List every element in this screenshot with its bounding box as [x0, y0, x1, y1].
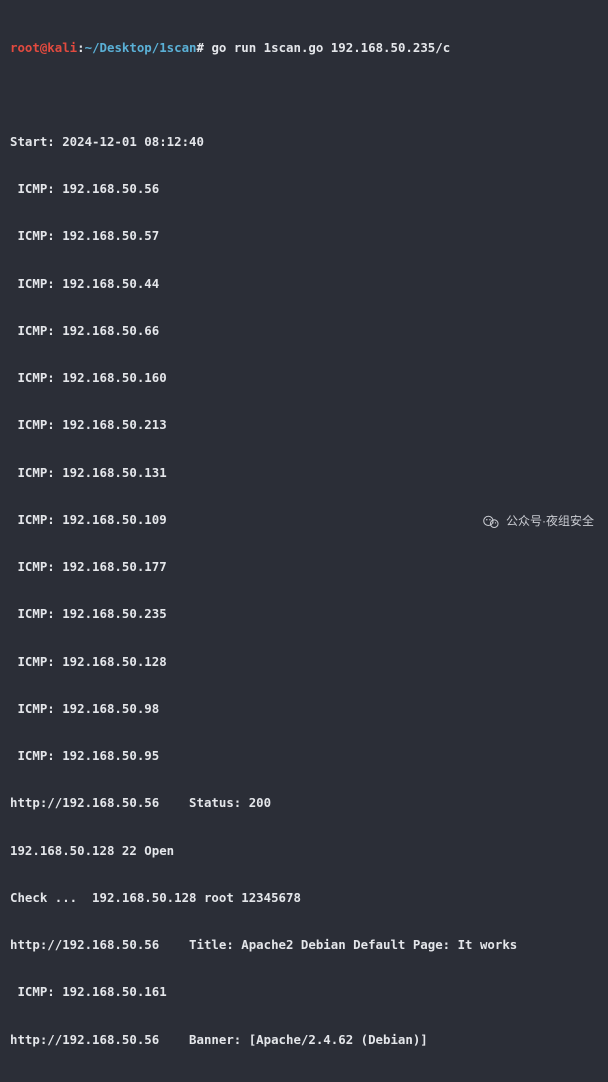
- watermark: 公众号·夜组安全: [482, 513, 594, 531]
- prompt-line: root@kali:~/Desktop/1scan# go run 1scan.…: [10, 40, 598, 56]
- output-line: http://192.168.50.56 Title: Apache2 Debi…: [10, 937, 598, 953]
- output-line: ICMP: 192.168.50.161: [10, 984, 598, 1000]
- output-line: ICMP: 192.168.50.213: [10, 417, 598, 433]
- output-line: ICMP: 192.168.50.66: [10, 323, 598, 339]
- prompt-hash: #: [197, 40, 204, 55]
- terminal-output: root@kali:~/Desktop/1scan# go run 1scan.…: [0, 0, 608, 1082]
- command-text: go run 1scan.go 192.168.50.235/c: [211, 40, 450, 55]
- output-line: ICMP: 192.168.50.44: [10, 276, 598, 292]
- prompt-colon: :: [77, 40, 84, 55]
- output-line: Start: 2024-12-01 08:12:40: [10, 134, 598, 150]
- prompt-path: ~/Desktop/1scan: [85, 40, 197, 55]
- output-line: ICMP: 192.168.50.57: [10, 228, 598, 244]
- output-line: ICMP: 192.168.50.177: [10, 559, 598, 575]
- wechat-icon: [482, 513, 500, 531]
- output-line: ICMP: 192.168.50.98: [10, 701, 598, 717]
- output-line: 192.168.50.128 22 Open: [10, 843, 598, 859]
- output-line: ICMP: 192.168.50.128: [10, 654, 598, 670]
- output-line: ICMP: 192.168.50.95: [10, 748, 598, 764]
- blank-line: [10, 87, 598, 103]
- prompt-user: root@kali: [10, 40, 77, 55]
- output-line: ICMP: 192.168.50.160: [10, 370, 598, 386]
- watermark-text: 公众号·夜组安全: [506, 514, 594, 529]
- output-line: ICMP: 192.168.50.131: [10, 465, 598, 481]
- output-line: http://192.168.50.56 Status: 200: [10, 795, 598, 811]
- output-line: Check ... 192.168.50.128 root 12345678: [10, 890, 598, 906]
- output-line: http://192.168.50.56 Banner: [Apache/2.4…: [10, 1032, 598, 1048]
- output-line: ICMP: 192.168.50.235: [10, 606, 598, 622]
- output-line: ICMP: 192.168.50.56: [10, 181, 598, 197]
- output-line: ICMP: 192.168.50.1: [10, 1079, 598, 1082]
